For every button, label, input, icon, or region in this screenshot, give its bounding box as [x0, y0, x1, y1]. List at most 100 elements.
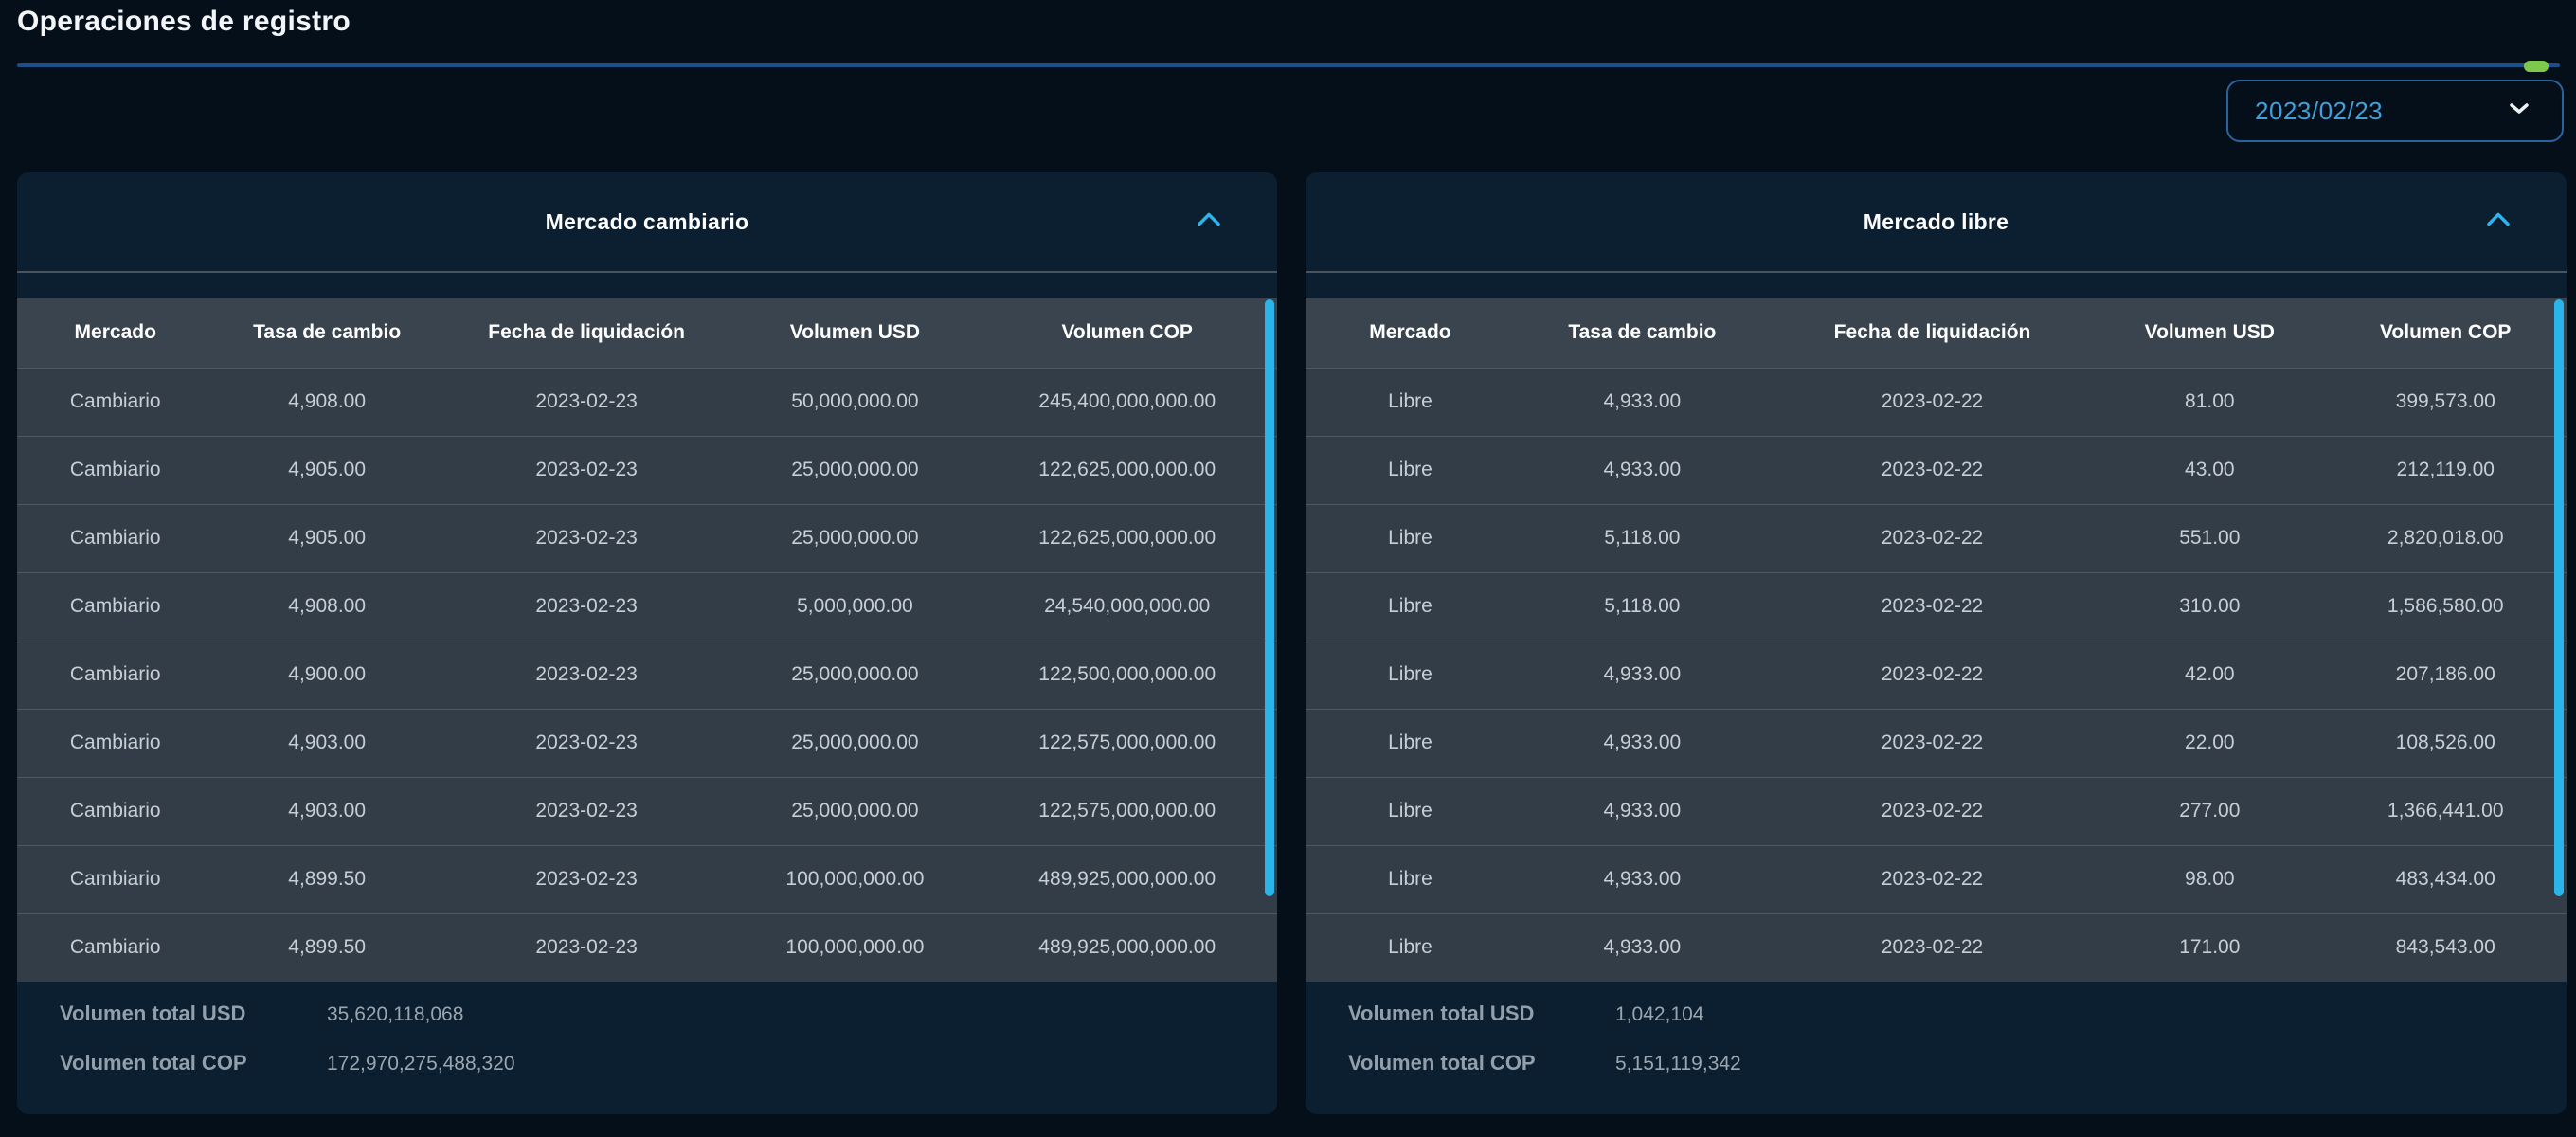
panel-title: Mercado cambiario — [545, 208, 749, 234]
total-usd-line: Volumen total USD 1,042,104 — [1348, 997, 2567, 1032]
total-cop-value: 5,151,119,342 — [1615, 1053, 1741, 1074]
table-cell: 4,933.00 — [1514, 708, 1770, 777]
table-row: Libre 5,118.00 2023-02-22 551.00 2,820,018.0… — [1306, 503, 2567, 572]
table-row: Cambiario 4,908.00 2023-02-23 50,000,000.00… — [17, 367, 1277, 436]
panel-mercado-libre: Mercado libre Mercado Tasa de cambio Fec… — [1306, 172, 2567, 1114]
table-cell: 43.00 — [2095, 435, 2325, 504]
table-cell: 4,908.00 — [213, 367, 441, 436]
table-cell: 489,925,000,000.00 — [977, 844, 1277, 913]
libre-table: Mercado Tasa de cambio Fecha de liquidac… — [1306, 298, 2567, 982]
cambiario-totals: Volumen total USD 35,620,118,068 Volumen… — [17, 982, 1277, 1081]
table-row: Libre 4,933.00 2023-02-22 43.00 212,119.00 — [1306, 435, 2567, 504]
table-cell: 81.00 — [2095, 367, 2325, 436]
table-row: Libre 4,933.00 2023-02-22 22.00 108,526.00 — [1306, 708, 2567, 777]
table-cell: Cambiario — [17, 503, 214, 572]
table-cell: 843,543.00 — [2324, 912, 2567, 982]
table-cell: 122,500,000,000.00 — [977, 640, 1277, 709]
table-cell: 2023-02-23 — [440, 912, 733, 982]
page-title: Operaciones de registro — [17, 6, 351, 37]
panel-title: Mercado libre — [1863, 208, 2009, 234]
libre-totals: Volumen total USD 1,042,104 Volumen tota… — [1306, 982, 2567, 1081]
table-cell: 207,186.00 — [2324, 640, 2567, 709]
panel-cambiario-header[interactable]: Mercado cambiario — [17, 172, 1277, 273]
market-panels: Mercado cambiario Mercado Tasa de cambio… — [17, 172, 2567, 1114]
table-cell: 2023-02-23 — [440, 571, 733, 641]
table-row: Cambiario 4,903.00 2023-02-23 25,000,000.00… — [17, 776, 1277, 845]
table-cell: 2023-02-23 — [440, 367, 733, 436]
table-cell: 25,000,000.00 — [732, 776, 978, 845]
table-cell: 310.00 — [2095, 571, 2325, 641]
scrollbar-thumb[interactable] — [2554, 299, 2564, 896]
table-cell: 2023-02-22 — [1769, 912, 2096, 982]
libre-table-scroll-area[interactable]: Mercado Tasa de cambio Fecha de liquidac… — [1306, 298, 2567, 982]
column-header-mercado: Mercado — [1369, 320, 1451, 343]
table-cell: 5,118.00 — [1514, 503, 1770, 572]
table-row: Cambiario 4,903.00 2023-02-23 25,000,000.00… — [17, 708, 1277, 777]
table-cell: 108,526.00 — [2324, 708, 2567, 777]
table-row: Libre 5,118.00 2023-02-22 310.00 1,586,580.0… — [1306, 571, 2567, 641]
table-cell: 100,000,000.00 — [732, 912, 978, 982]
panel-mercado-cambiario: Mercado cambiario Mercado Tasa de cambio… — [17, 172, 1277, 1114]
cambiario-table-scroll-area[interactable]: Mercado Tasa de cambio Fecha de liquidac… — [17, 298, 1277, 982]
table-cell: Libre — [1306, 912, 1515, 982]
table-cell: Libre — [1306, 844, 1515, 913]
table-cell: 122,575,000,000.00 — [977, 708, 1277, 777]
table-cell: 4,933.00 — [1514, 912, 1770, 982]
table-cell: 2023-02-23 — [440, 640, 733, 709]
table-cell: 4,900.00 — [213, 640, 441, 709]
table-cell: 22.00 — [2095, 708, 2325, 777]
table-cell: 2023-02-22 — [1769, 776, 2096, 845]
table-cell: 4,899.50 — [213, 912, 441, 982]
table-cell: 245,400,000,000.00 — [977, 367, 1277, 436]
table-cell: 4,933.00 — [1514, 367, 1770, 436]
table-cell: 122,625,000,000.00 — [977, 503, 1277, 572]
column-header-tasa: Tasa de cambio — [1568, 320, 1717, 343]
column-header-volumen-cop: Volumen COP — [2379, 320, 2512, 343]
table-cell: 4,903.00 — [213, 776, 441, 845]
column-header-volumen-usd: Volumen USD — [2144, 320, 2275, 343]
column-header-volumen-cop: Volumen COP — [1061, 320, 1193, 343]
panel-libre-header[interactable]: Mercado libre — [1306, 172, 2567, 273]
scrollbar-thumb[interactable] — [1265, 299, 1274, 896]
cambiario-table: Mercado Tasa de cambio Fecha de liquidac… — [17, 298, 1277, 982]
date-filter-select[interactable]: 2023/02/23 — [2226, 80, 2564, 142]
table-row: Libre 4,933.00 2023-02-22 42.00 207,186.00 — [1306, 640, 2567, 709]
total-cop-label: Volumen total COP — [60, 1051, 247, 1074]
chevron-up-icon — [1196, 211, 1222, 232]
table-cell: 5,118.00 — [1514, 571, 1770, 641]
table-cell: 25,000,000.00 — [732, 435, 978, 504]
table-cell: 551.00 — [2095, 503, 2325, 572]
table-cell: Cambiario — [17, 912, 214, 982]
table-cell: 2023-02-23 — [440, 435, 733, 504]
total-cop-line: Volumen total COP 5,151,119,342 — [1348, 1046, 2567, 1081]
table-row: Libre 4,933.00 2023-02-22 81.00 399,573.00 — [1306, 367, 2567, 436]
table-cell: 2023-02-22 — [1769, 640, 2096, 709]
table-row: Libre 4,933.00 2023-02-22 171.00 843,543.00 — [1306, 912, 2567, 982]
column-header-fecha: Fecha de liquidación — [488, 320, 685, 343]
total-usd-label: Volumen total USD — [1348, 1002, 1535, 1025]
total-cop-value: 172,970,275,488,320 — [327, 1053, 515, 1074]
header-divider — [17, 61, 2560, 72]
column-header-volumen-usd: Volumen USD — [789, 320, 921, 343]
table-cell: Libre — [1306, 435, 1515, 504]
table-cell: 2023-02-22 — [1769, 844, 2096, 913]
table-cell: 2023-02-23 — [440, 503, 733, 572]
table-cell: 50,000,000.00 — [732, 367, 978, 436]
table-cell: Libre — [1306, 776, 1515, 845]
table-cell: 2023-02-23 — [440, 776, 733, 845]
table-cell: 2023-02-22 — [1769, 367, 2096, 436]
table-header-row: Mercado Tasa de cambio Fecha de liquidac… — [1306, 298, 2567, 368]
table-cell: 122,625,000,000.00 — [977, 435, 1277, 504]
table-cell: 2023-02-23 — [440, 844, 733, 913]
table-cell: Cambiario — [17, 776, 214, 845]
table-cell: 25,000,000.00 — [732, 503, 978, 572]
table-row: Cambiario 4,899.50 2023-02-23 100,000,000.0… — [17, 844, 1277, 913]
table-cell: 1,586,580.00 — [2324, 571, 2567, 641]
table-cell: 25,000,000.00 — [732, 640, 978, 709]
table-cell: 4,905.00 — [213, 503, 441, 572]
table-cell: 171.00 — [2095, 912, 2325, 982]
table-cell: 4,933.00 — [1514, 844, 1770, 913]
table-cell: Libre — [1306, 503, 1515, 572]
date-filter-value: 2023/02/23 — [2255, 96, 2384, 125]
table-cell: 4,933.00 — [1514, 435, 1770, 504]
